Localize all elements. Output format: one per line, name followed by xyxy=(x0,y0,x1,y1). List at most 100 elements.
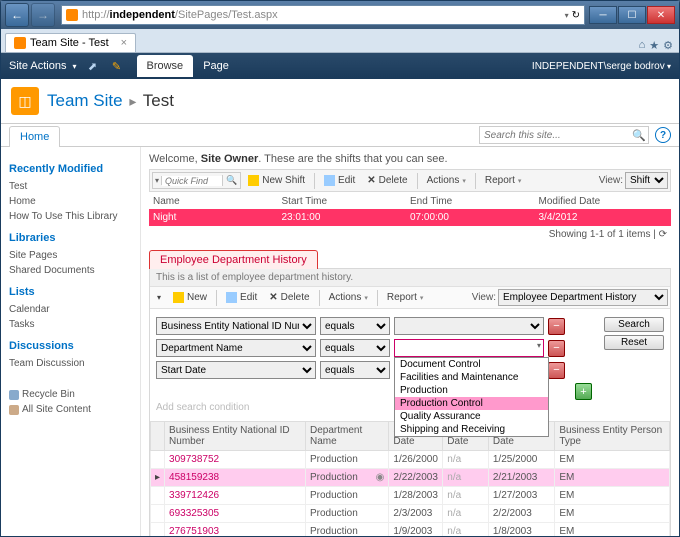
shifts-row[interactable]: Night23:01:0007:00:003/4/2012 xyxy=(149,209,671,226)
user-menu[interactable]: INDEPENDENT\serge bodrov xyxy=(532,61,671,72)
cell-mod: 2/21/2003 xyxy=(488,469,554,487)
dropdown-option[interactable]: Facilities and Maintenance xyxy=(395,371,548,384)
cell-ptype: EM xyxy=(555,505,670,523)
reset-button[interactable]: Reset xyxy=(604,335,664,350)
all-site-content-link[interactable]: All Site Content xyxy=(9,402,140,417)
table-row[interactable]: 339712426Production1/28/2003n/a1/27/2003… xyxy=(151,487,670,505)
sidebar-item[interactable]: Home xyxy=(9,194,140,209)
filter-value-select[interactable] xyxy=(394,317,544,335)
view-select[interactable]: Shift xyxy=(625,172,668,189)
col-header[interactable]: Business Entity Person Type xyxy=(555,422,670,451)
star-icon[interactable]: ★ xyxy=(649,39,659,52)
tab-title: Team Site - Test xyxy=(30,37,109,49)
breadcrumb-page: Test xyxy=(143,91,174,110)
actions-menu[interactable]: Actions▾ xyxy=(324,290,373,305)
window-close-button[interactable]: ✕ xyxy=(647,6,675,24)
delete-button[interactable]: ✕Delete xyxy=(264,290,314,305)
dropdown-option[interactable]: Quality Assurance xyxy=(395,410,548,423)
new-shift-button[interactable]: New Shift xyxy=(243,173,310,188)
search-button[interactable]: Search xyxy=(604,317,664,332)
site-actions-menu[interactable]: Site Actions xyxy=(9,60,77,72)
edit-page-icon[interactable]: ✎ xyxy=(109,58,125,74)
site-logo-icon[interactable]: ◫ xyxy=(11,87,39,115)
search-icon[interactable]: 🔍 xyxy=(630,129,648,142)
report-menu[interactable]: Report▾ xyxy=(480,173,527,188)
delete-icon: ✕ xyxy=(367,175,375,186)
sidebar-item[interactable]: Team Discussion xyxy=(9,356,140,371)
sidebar-item[interactable]: Calendar xyxy=(9,302,140,317)
site-search[interactable]: 🔍 xyxy=(479,126,649,144)
table-row[interactable]: 309738752Production1/26/2000n/a1/25/2000… xyxy=(151,451,670,469)
cell-id[interactable]: 693325305 xyxy=(165,505,306,523)
topnav-home[interactable]: Home xyxy=(9,126,60,147)
home-icon[interactable]: ⌂ xyxy=(639,39,646,52)
sidebar-item[interactable]: Shared Documents xyxy=(9,263,140,278)
browser-tab[interactable]: Team Site - Test × xyxy=(5,33,136,52)
col-header[interactable]: Business Entity National ID Number xyxy=(165,422,306,451)
quickfind-input[interactable] xyxy=(162,176,222,186)
remove-filter-button[interactable]: − xyxy=(548,362,565,379)
table-row[interactable]: 693325305Production2/3/2003n/a2/2/2003EM xyxy=(151,505,670,523)
cell-id[interactable]: 276751903 xyxy=(165,523,306,537)
sidebar-item[interactable]: How To Use This Library xyxy=(9,209,140,224)
filter-op-select[interactable]: equals xyxy=(320,339,390,357)
dropdown-icon[interactable]: ▾ xyxy=(537,341,541,350)
nav-back-button[interactable]: ← xyxy=(5,3,29,27)
row-indicator-icon: ▸ xyxy=(155,472,160,483)
view-select[interactable]: Employee Department History xyxy=(498,289,668,306)
sidebar-item[interactable]: Test xyxy=(9,179,140,194)
cell-id[interactable]: 309738752 xyxy=(165,451,306,469)
gear-icon[interactable]: ⚙ xyxy=(663,39,673,52)
dropdown-option[interactable]: Shipping and Receiving xyxy=(395,423,548,436)
sidebar-item[interactable]: Site Pages xyxy=(9,248,140,263)
dropdown-option[interactable]: Production Control xyxy=(395,397,548,410)
filter-value-input[interactable] xyxy=(394,339,544,357)
dept-section-tab[interactable]: Employee Department History xyxy=(149,250,318,269)
cell-id[interactable]: 458159238 xyxy=(165,469,306,487)
filter-op-select[interactable]: equals xyxy=(320,361,390,379)
quickfind[interactable]: ▾ 🔍 xyxy=(152,172,241,189)
nav-forward-button[interactable]: → xyxy=(31,3,55,27)
quickfind-dropdown-icon[interactable]: ▾ xyxy=(153,176,162,185)
table-row[interactable]: 276751903Production1/9/2003n/a1/8/2003EM xyxy=(151,523,670,537)
quickfind-toggle[interactable]: ▾ xyxy=(152,291,166,304)
remove-filter-button[interactable]: − xyxy=(548,340,565,357)
tab-close-icon[interactable]: × xyxy=(121,37,127,49)
add-filter-button[interactable]: + xyxy=(575,383,592,400)
recycle-bin-link[interactable]: Recycle Bin xyxy=(9,387,140,402)
actions-menu[interactable]: Actions▾ xyxy=(422,173,471,188)
delete-button[interactable]: ✕Delete xyxy=(362,173,412,188)
quickfind-go-icon[interactable]: 🔍 xyxy=(222,175,240,186)
filter-field-select[interactable]: Start Date xyxy=(156,361,316,379)
dropdown-option[interactable]: Production xyxy=(395,384,548,397)
help-icon[interactable]: ? xyxy=(655,127,671,143)
window-minimize-button[interactable]: ─ xyxy=(589,6,617,24)
filter-field-select[interactable]: Department Name xyxy=(156,339,316,357)
filter-field-select[interactable]: Business Entity National ID Number xyxy=(156,317,316,335)
ribbon-tab-page[interactable]: Page xyxy=(193,55,239,77)
remove-filter-button[interactable]: − xyxy=(548,318,565,335)
cell-id[interactable]: 339712426 xyxy=(165,487,306,505)
row-menu-icon[interactable]: ◉ xyxy=(376,472,385,483)
breadcrumb-site[interactable]: Team Site xyxy=(47,91,123,110)
cell-dept: Production ◉ xyxy=(306,469,389,487)
cell-end: n/a xyxy=(443,487,489,505)
search-input[interactable] xyxy=(480,130,630,141)
view-label: View: xyxy=(599,175,623,186)
new-button[interactable]: New xyxy=(168,290,212,305)
window-maximize-button[interactable]: ☐ xyxy=(618,6,646,24)
breadcrumb: Team Site ▸ Test xyxy=(47,91,174,111)
sidebar-item[interactable]: Tasks xyxy=(9,317,140,332)
dropdown-option[interactable]: Document Control xyxy=(395,358,548,371)
filter-op-select[interactable]: equals xyxy=(320,317,390,335)
col-header[interactable]: Department Name xyxy=(306,422,389,451)
nav-up-icon[interactable]: ⬈ xyxy=(85,58,101,74)
cell-end: n/a xyxy=(443,523,489,537)
address-bar[interactable]: http://independent/SitePages/Test.aspx ▾… xyxy=(61,5,585,25)
chevron-icon: ▾ xyxy=(157,293,161,302)
report-menu[interactable]: Report▾ xyxy=(382,290,429,305)
table-row[interactable]: ▸458159238Production ◉2/22/2003n/a2/21/2… xyxy=(151,469,670,487)
edit-button[interactable]: Edit xyxy=(221,290,262,305)
ribbon-tab-browse[interactable]: Browse xyxy=(137,55,194,77)
edit-button[interactable]: Edit xyxy=(319,173,360,188)
